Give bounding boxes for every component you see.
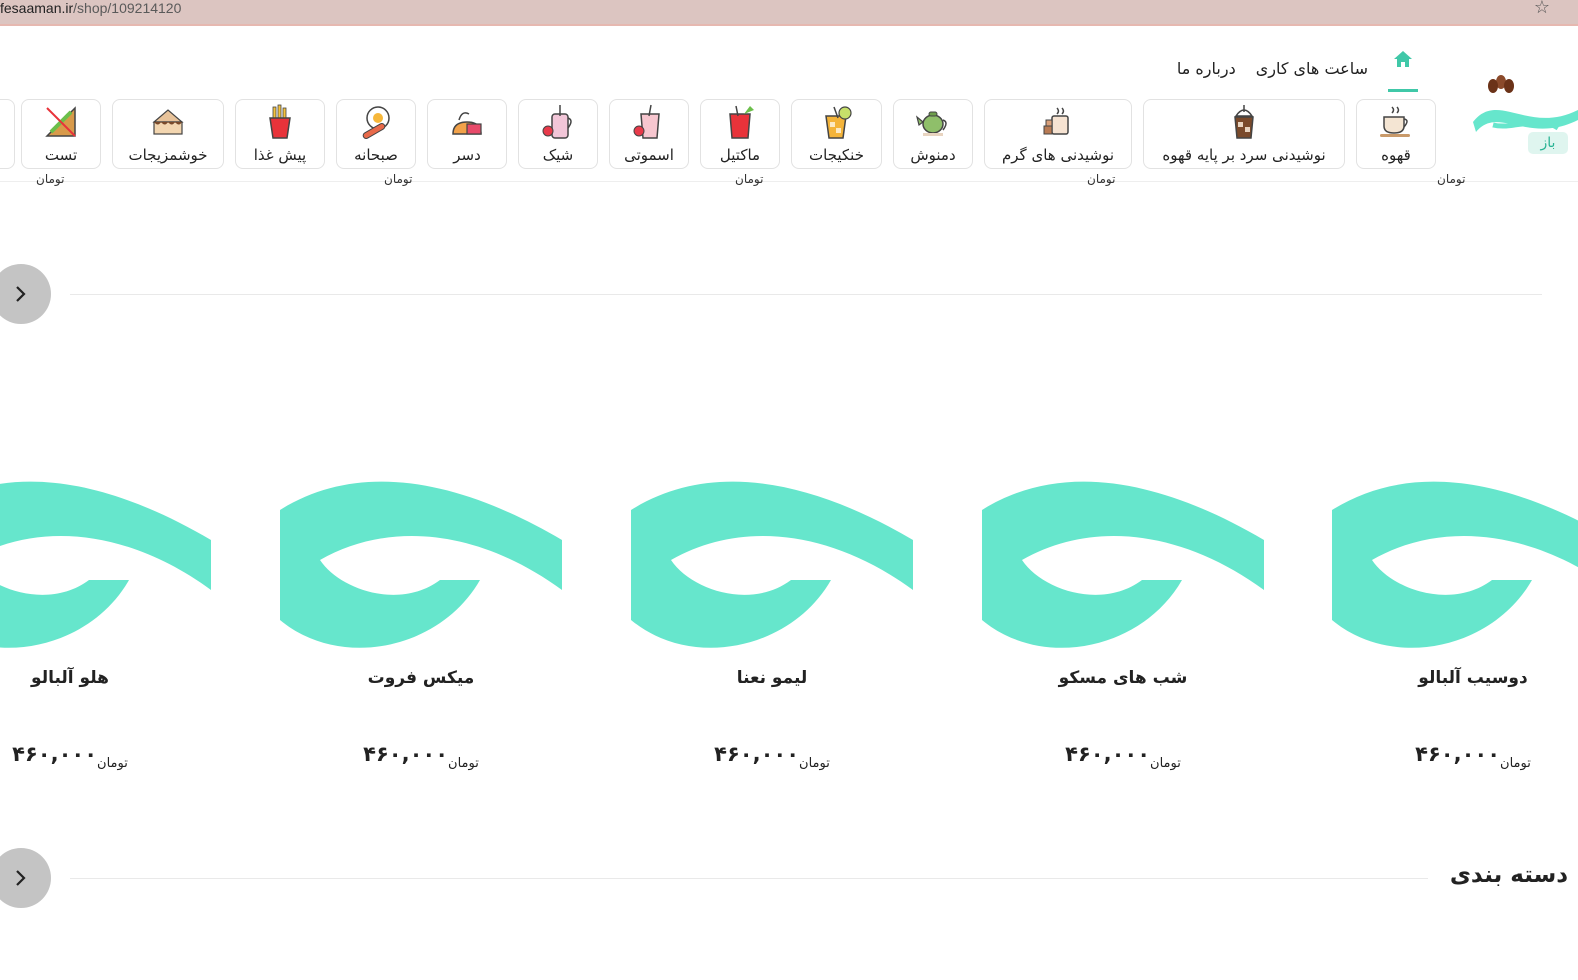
category-hot-drinks[interactable]: نوشیدنی های گرم [984, 99, 1132, 169]
peek-price-currency: تومان [735, 172, 764, 186]
category-smoothie[interactable]: اسموتی [609, 99, 689, 169]
row-divider [70, 294, 1542, 295]
product-placeholder-image [631, 481, 913, 648]
peek-price-currency: تومان [1087, 172, 1116, 186]
product-name: دوسیب آلبالو [1418, 668, 1528, 688]
peek-price-currency: تومان [384, 172, 413, 186]
category-label: تست [44, 146, 78, 164]
price-value: ۴۶۰,۰۰۰ [714, 742, 800, 766]
iced-coffee-icon [1234, 105, 1254, 139]
chevron-right-icon [16, 286, 26, 302]
open-status-badge: باز [1528, 132, 1568, 154]
hot-drink-icon [1043, 107, 1069, 135]
carousel-next-button[interactable] [0, 848, 51, 908]
product-card[interactable]: میکس فروت تومان۴۶۰,۰۰۰ [280, 480, 562, 800]
nav-working-hours[interactable]: ساعت های کاری [1256, 59, 1368, 78]
category-cold-drinks[interactable]: خنکیجات [791, 99, 882, 169]
site-header: باز ساعت های کاری درباره ما قهوه نوشیدنی… [0, 32, 1578, 182]
currency-label: تومان [97, 756, 128, 771]
category-iced-coffee[interactable]: نوشیدنی سرد بر پایه قهوه [1143, 99, 1345, 169]
product-name: لیمو نعنا [736, 668, 808, 688]
category-herbal-tea[interactable]: دمنوش [893, 99, 973, 169]
url-text[interactable]: fesaaman.ir/shop/109214120 [0, 0, 181, 16]
product-card[interactable]: دوسیب آلبالو تومان۴۶۰,۰۰۰ [1332, 480, 1578, 800]
price-value: ۴۶۰,۰۰۰ [363, 742, 449, 766]
category-label: پیش غذا [253, 146, 307, 164]
product-card[interactable]: لیمو نعنا تومان۴۶۰,۰۰۰ [631, 480, 913, 800]
cold-drink-icon [824, 106, 852, 139]
category-label: دسر [453, 146, 481, 164]
currency-label: تومان [799, 756, 830, 771]
carousel-next-button[interactable] [0, 264, 51, 324]
section-divider [70, 878, 1428, 879]
currency-label: تومان [448, 756, 479, 771]
peek-price-currency: تومان [36, 172, 65, 186]
category-breakfast[interactable]: صبحانه [336, 99, 416, 169]
category-label: صبحانه [354, 146, 398, 164]
product-price: تومان۴۶۰,۰۰۰ [982, 742, 1264, 771]
peek-price-currency: تومان [1437, 172, 1466, 186]
breakfast-icon [362, 106, 390, 139]
currency-label: تومان [1500, 756, 1531, 771]
product-placeholder-image [982, 481, 1264, 648]
category-label: اسموتی [624, 146, 674, 164]
shake-icon [542, 105, 572, 139]
nav-about-us[interactable]: درباره ما [1177, 59, 1236, 78]
product-placeholder-image [1332, 481, 1578, 648]
category-bar: قهوه نوشیدنی سرد بر پایه قهوه نوشیدنی ها… [21, 99, 1436, 169]
smoothie-icon [633, 104, 660, 139]
teapot-icon [915, 111, 947, 136]
bookmark-star-icon[interactable]: ☆ [1534, 0, 1550, 18]
category-label: قهوه [1381, 146, 1411, 164]
category-label: خوشمزیجات [128, 146, 208, 164]
category-coffee[interactable]: قهوه [1356, 99, 1436, 169]
product-placeholder-image [0, 481, 211, 648]
product-price: تومان۴۶۰,۰۰۰ [280, 742, 562, 771]
nav-home[interactable] [1388, 44, 1418, 92]
cake-icon [152, 109, 184, 135]
product-card[interactable]: هلو آلبالو تومان۴۶۰,۰۰۰ [0, 480, 211, 800]
price-value: ۴۶۰,۰۰۰ [1415, 742, 1501, 766]
category-label: ماکتیل [719, 146, 761, 164]
chevron-right-icon [16, 870, 26, 886]
product-placeholder-image [280, 481, 562, 648]
mocktail-icon [729, 105, 754, 139]
category-mocktail[interactable]: ماکتیل [700, 99, 780, 169]
section-title-categories: دسته بندی [1449, 862, 1568, 888]
category-appetizer[interactable]: پیش غذا [235, 99, 325, 169]
category-treats[interactable]: خوشمزیجات [112, 99, 224, 169]
category-label: نوشیدنی سرد بر پایه قهوه [1162, 146, 1326, 164]
category-dessert[interactable]: دسر [427, 99, 507, 169]
category-label: شیک [542, 146, 574, 164]
category-label: خنکیجات [809, 146, 864, 164]
product-price: تومان۴۶۰,۰۰۰ [631, 742, 913, 771]
fries-icon [269, 104, 291, 139]
product-card[interactable]: شب های مسکو تومان۴۶۰,۰۰۰ [982, 480, 1264, 800]
category-overflow-item[interactable] [0, 99, 15, 169]
category-shake[interactable]: شیک [518, 99, 598, 169]
product-name: هلو آلبالو [31, 668, 109, 688]
price-value: ۴۶۰,۰۰۰ [12, 742, 98, 766]
product-price: تومان۴۶۰,۰۰۰ [0, 742, 211, 771]
dessert-icon [452, 112, 482, 135]
top-nav: ساعت های کاری درباره ما [1177, 44, 1418, 92]
product-name: شب های مسکو [1058, 668, 1188, 688]
category-label: دمنوش [910, 146, 956, 164]
sandwich-icon [45, 106, 76, 137]
category-label: نوشیدنی های گرم [1001, 146, 1115, 164]
product-name: میکس فروت [367, 668, 475, 688]
coffee-cup-icon [1380, 106, 1410, 137]
home-icon [1394, 51, 1412, 67]
browser-address-bar[interactable]: fesaaman.ir/shop/109214120 ☆ [0, 0, 1578, 26]
currency-label: تومان [1150, 756, 1181, 771]
category-toast[interactable]: تست [21, 99, 101, 169]
product-price: تومان۴۶۰,۰۰۰ [1332, 742, 1578, 771]
price-value: ۴۶۰,۰۰۰ [1065, 742, 1151, 766]
